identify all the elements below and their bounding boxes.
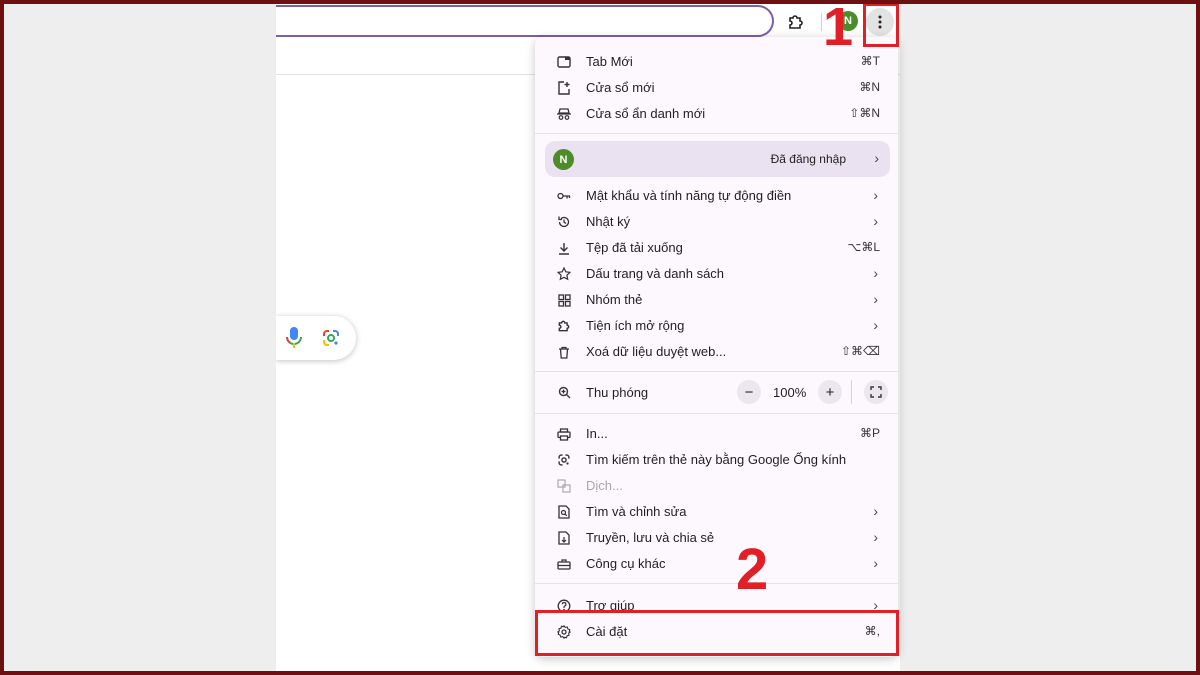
fullscreen-button[interactable] [864, 380, 888, 404]
download-icon [556, 240, 572, 256]
profile-status: Đã đăng nhập [770, 152, 846, 166]
menu-item-label: Tệp đã tải xuống [586, 240, 683, 255]
zoom-out-button[interactable]: − [737, 380, 761, 404]
menu-item-label: Mật khẩu và tính năng tự động điền [586, 188, 792, 203]
incognito-icon [556, 106, 572, 122]
menu-item-label: Dịch... [586, 478, 623, 493]
menu-item-lens[interactable]: Tìm kiếm trên thẻ này bằng Google Ống kí… [535, 447, 898, 473]
menu-item-tab-groups[interactable]: Nhóm thẻ › [535, 287, 898, 313]
menu-item-more-tools[interactable]: Công cụ khác › [535, 551, 898, 577]
chevron-right-icon: › [873, 503, 878, 519]
menu-item-label: Dấu trang và danh sách [586, 266, 725, 281]
menu-item-label: Tab Mới [586, 54, 633, 69]
chevron-right-icon: › [873, 529, 878, 545]
profile-avatar: N [553, 149, 574, 170]
menu-shortcut: ⇧⌘N [849, 106, 880, 120]
zoom-in-button[interactable]: + [818, 380, 842, 404]
tab-groups-icon [556, 292, 572, 308]
menu-divider [535, 371, 898, 372]
key-icon [556, 188, 572, 204]
menu-item-bookmarks[interactable]: Dấu trang và danh sách › [535, 261, 898, 287]
address-bar[interactable] [276, 5, 774, 37]
step-number-2: 2 [736, 537, 769, 602]
chevron-right-icon: › [873, 317, 878, 333]
history-icon [556, 214, 572, 230]
profile-row[interactable]: N Đã đăng nhập › [545, 141, 890, 177]
chevron-right-icon: › [873, 265, 878, 281]
menu-shortcut: ⌘P [859, 426, 880, 440]
menu-item-label: In... [586, 426, 608, 441]
menu-item-zoom: Thu phóng − 100% + [535, 379, 898, 405]
menu-item-label: Nhật ký [586, 214, 631, 229]
chevron-right-icon: › [874, 150, 879, 166]
menu-item-passwords[interactable]: Mật khẩu và tính năng tự động điền › [535, 183, 898, 209]
highlight-menu-button [863, 3, 899, 47]
menu-item-extensions[interactable]: Tiện ích mở rộng › [535, 313, 898, 339]
menu-item-cast-save-share[interactable]: Truyền, lưu và chia sẻ › [535, 525, 898, 551]
menu-item-label: Tìm và chỉnh sửa [586, 504, 687, 519]
new-window-icon [556, 80, 572, 96]
chevron-right-icon: › [873, 213, 878, 229]
menu-shortcut: ⌘T [860, 54, 880, 68]
new-tab-icon [556, 54, 572, 70]
highlight-settings-item [535, 610, 899, 656]
browser-toolbar: N [276, 4, 900, 40]
zoom-level: 100% [773, 385, 807, 400]
puzzle-icon [789, 15, 803, 29]
step-number-1: 1 [823, 0, 854, 57]
google-lens-icon [556, 452, 572, 468]
fullscreen-icon [870, 386, 882, 398]
toolbox-icon [556, 556, 572, 572]
chevron-right-icon: › [873, 187, 878, 203]
menu-item-translate: Dịch... [535, 473, 898, 499]
google-lens-icon[interactable] [321, 328, 341, 348]
chrome-main-menu: Tab Mới ⌘T Cửa sổ mới ⌘N Cửa sổ ẩn danh … [535, 37, 898, 657]
toolbar-separator [821, 13, 822, 31]
save-share-icon [556, 530, 572, 546]
menu-item-label: Xoá dữ liệu duyệt web... [586, 344, 727, 359]
star-icon [556, 266, 572, 282]
menu-shortcut: ⌥⌘L [847, 240, 880, 254]
menu-item-label: Nhóm thẻ [586, 292, 643, 307]
puzzle-icon [556, 318, 572, 334]
menu-item-print[interactable]: In... ⌘P [535, 421, 898, 447]
extensions-button[interactable] [783, 9, 809, 35]
menu-item-label: Tìm kiếm trên thẻ này bằng Google Ống kí… [586, 452, 847, 467]
menu-item-new-window[interactable]: Cửa sổ mới ⌘N [535, 75, 898, 101]
menu-item-clear-data[interactable]: Xoá dữ liệu duyệt web... ⇧⌘⌫ [535, 339, 898, 365]
menu-item-history[interactable]: Nhật ký › [535, 209, 898, 235]
menu-item-label: Tiện ích mở rộng [586, 318, 685, 333]
chevron-right-icon: › [873, 291, 878, 307]
printer-icon [556, 426, 572, 442]
menu-item-label: Truyền, lưu và chia sẻ [586, 530, 715, 545]
trash-icon [556, 344, 572, 360]
menu-item-downloads[interactable]: Tệp đã tải xuống ⌥⌘L [535, 235, 898, 261]
translate-icon [556, 478, 572, 494]
menu-item-label: Cửa sổ mới [586, 80, 655, 95]
find-page-icon [556, 504, 572, 520]
menu-item-find-edit[interactable]: Tìm và chỉnh sửa › [535, 499, 898, 525]
zoom-label: Thu phóng [586, 385, 649, 400]
microphone-icon[interactable] [286, 327, 302, 349]
menu-divider [535, 583, 898, 584]
menu-item-incognito[interactable]: Cửa sổ ẩn danh mới ⇧⌘N [535, 101, 898, 127]
menu-shortcut: ⌘N [859, 80, 880, 94]
menu-item-label: Công cụ khác [586, 556, 666, 571]
chevron-right-icon: › [873, 555, 878, 571]
menu-item-label: Cửa sổ ẩn danh mới [586, 106, 706, 121]
google-search-box[interactable] [276, 316, 356, 360]
menu-shortcut: ⇧⌘⌫ [840, 344, 880, 358]
zoom-icon [556, 384, 572, 400]
menu-divider [535, 133, 898, 134]
zoom-separator [851, 380, 852, 404]
menu-divider [535, 413, 898, 414]
